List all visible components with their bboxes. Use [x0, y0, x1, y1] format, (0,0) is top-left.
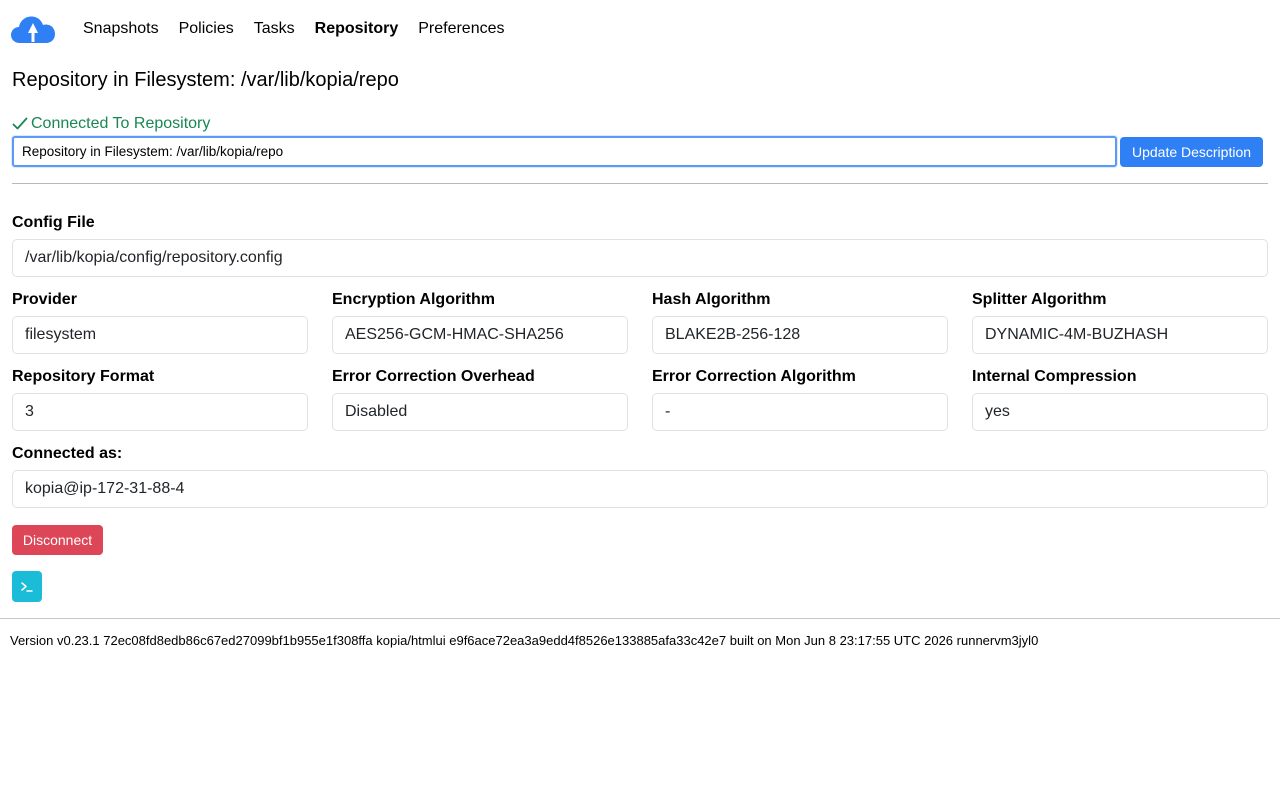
kopia-logo-icon[interactable] [10, 14, 56, 44]
section-divider [12, 183, 1268, 184]
nav-repository[interactable]: Repository [305, 19, 409, 39]
connection-status: Connected To Repository [12, 115, 210, 133]
error-correction-algorithm-field[interactable]: - [652, 393, 948, 431]
error-correction-overhead-field[interactable]: Disabled [332, 393, 628, 431]
nav-snapshots[interactable]: Snapshots [73, 19, 169, 39]
nav-policies[interactable]: Policies [169, 19, 244, 39]
config-file-field[interactable]: /var/lib/kopia/config/repository.config [12, 239, 1268, 277]
nav-tasks[interactable]: Tasks [244, 19, 305, 39]
cli-button[interactable] [12, 571, 42, 602]
internal-compression-label: Internal Compression [972, 368, 1137, 385]
footer-divider [0, 618, 1280, 619]
config-file-label: Config File [12, 214, 95, 231]
encryption-algorithm-label: Encryption Algorithm [332, 291, 495, 308]
error-correction-overhead-label: Error Correction Overhead [332, 368, 535, 385]
check-icon [12, 117, 28, 130]
top-navbar: Snapshots Policies Tasks Repository Pref… [0, 0, 1280, 58]
update-description-button[interactable]: Update Description [1120, 137, 1263, 167]
internal-compression-field[interactable]: yes [972, 393, 1268, 431]
repository-format-label: Repository Format [12, 368, 155, 385]
connected-as-field[interactable]: kopia@ip-172-31-88-4 [12, 470, 1268, 508]
provider-label: Provider [12, 291, 77, 308]
provider-field[interactable]: filesystem [12, 316, 308, 354]
repository-format-field[interactable]: 3 [12, 393, 308, 431]
version-footer: Version v0.23.1 72ec08fd8edb86c67ed27099… [10, 633, 1039, 648]
error-correction-algorithm-label: Error Correction Algorithm [652, 368, 856, 385]
page-title: Repository in Filesystem: /var/lib/kopia… [12, 69, 399, 91]
nav-preferences[interactable]: Preferences [408, 19, 514, 39]
hash-algorithm-field[interactable]: BLAKE2B-256-128 [652, 316, 948, 354]
hash-algorithm-label: Hash Algorithm [652, 291, 771, 308]
splitter-algorithm-label: Splitter Algorithm [972, 291, 1107, 308]
connected-as-label: Connected as: [12, 445, 123, 462]
description-input[interactable] [12, 136, 1117, 167]
nav-links: Snapshots Policies Tasks Repository Pref… [73, 19, 515, 39]
connection-status-text: Connected To Repository [31, 115, 211, 132]
splitter-algorithm-field[interactable]: DYNAMIC-4M-BUZHASH [972, 316, 1268, 354]
encryption-algorithm-field[interactable]: AES256-GCM-HMAC-SHA256 [332, 316, 628, 354]
disconnect-button[interactable]: Disconnect [12, 525, 103, 555]
terminal-icon [21, 581, 33, 592]
